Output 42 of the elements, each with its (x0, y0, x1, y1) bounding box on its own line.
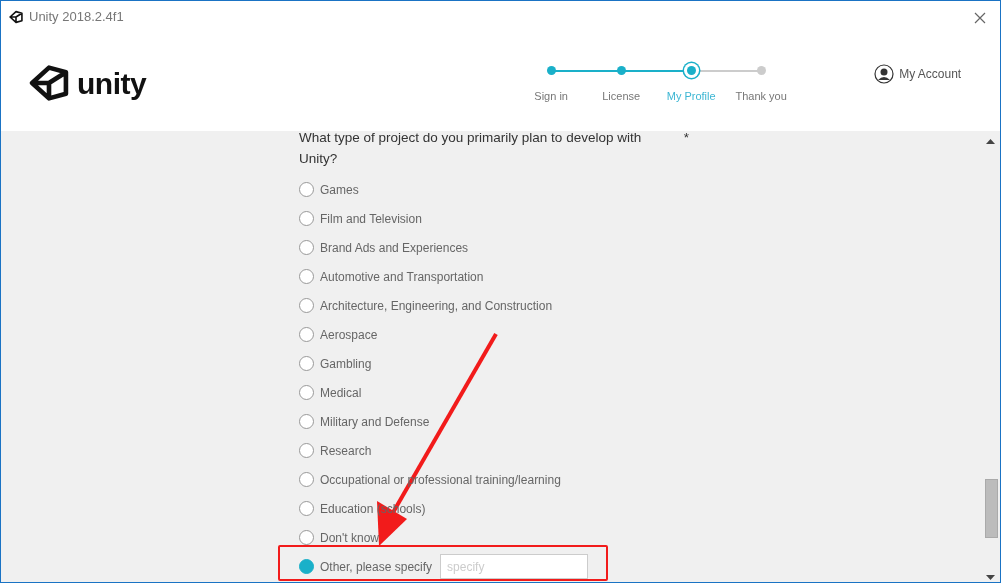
radio-button[interactable] (299, 269, 314, 284)
option-label[interactable]: Don't know (320, 528, 379, 547)
radio-button[interactable] (299, 298, 314, 313)
option-label[interactable]: Film and Television (320, 209, 422, 228)
option-label[interactable]: Brand Ads and Experiences (320, 238, 469, 257)
option-label[interactable]: Aerospace (320, 325, 378, 344)
radio-button[interactable] (299, 559, 314, 574)
account-link[interactable]: My Account (899, 65, 962, 83)
option-label[interactable]: Gambling (320, 354, 372, 373)
step-label: My Profile (666, 88, 716, 104)
radio-button[interactable] (299, 182, 314, 197)
option-label[interactable]: Military and Defense (320, 412, 430, 431)
option-label[interactable]: Games (320, 180, 359, 199)
close-icon (974, 11, 986, 24)
question-text: What type of project do you primarily plan to develop with Unity? (299, 131, 643, 168)
radio-button[interactable] (299, 240, 314, 255)
radio-button[interactable] (299, 385, 314, 400)
radio-button[interactable] (299, 414, 314, 429)
option-label[interactable]: Medical (320, 383, 362, 402)
option-label[interactable]: Research (320, 441, 372, 460)
radio-button[interactable] (299, 472, 314, 487)
scroll-up-icon[interactable] (986, 139, 995, 144)
radio-button[interactable] (299, 327, 314, 342)
option-label[interactable]: Automotive and Transportation (320, 267, 484, 286)
radio-button[interactable] (299, 530, 314, 545)
window-title: Unity 2018.2.4f1 (29, 8, 124, 27)
radio-button[interactable] (299, 356, 314, 371)
step-label: Thank you (735, 88, 787, 104)
step-label: License (602, 88, 641, 104)
radio-button[interactable] (299, 211, 314, 226)
required-mark: * (683, 131, 689, 147)
app-logo-icon (9, 10, 23, 24)
step-label: Sign in (534, 88, 568, 104)
avatar-icon (874, 64, 895, 84)
option-label[interactable]: Architecture, Engineering, and Construction (320, 296, 553, 315)
unity-logo-icon (29, 63, 69, 103)
option-label[interactable]: Other, please specify (320, 557, 433, 576)
scrollbar-thumb[interactable] (985, 479, 998, 538)
brand-name: unity (77, 65, 147, 102)
radio-button[interactable] (299, 443, 314, 458)
scroll-down-icon[interactable] (986, 575, 995, 580)
radio-button[interactable] (299, 501, 314, 516)
